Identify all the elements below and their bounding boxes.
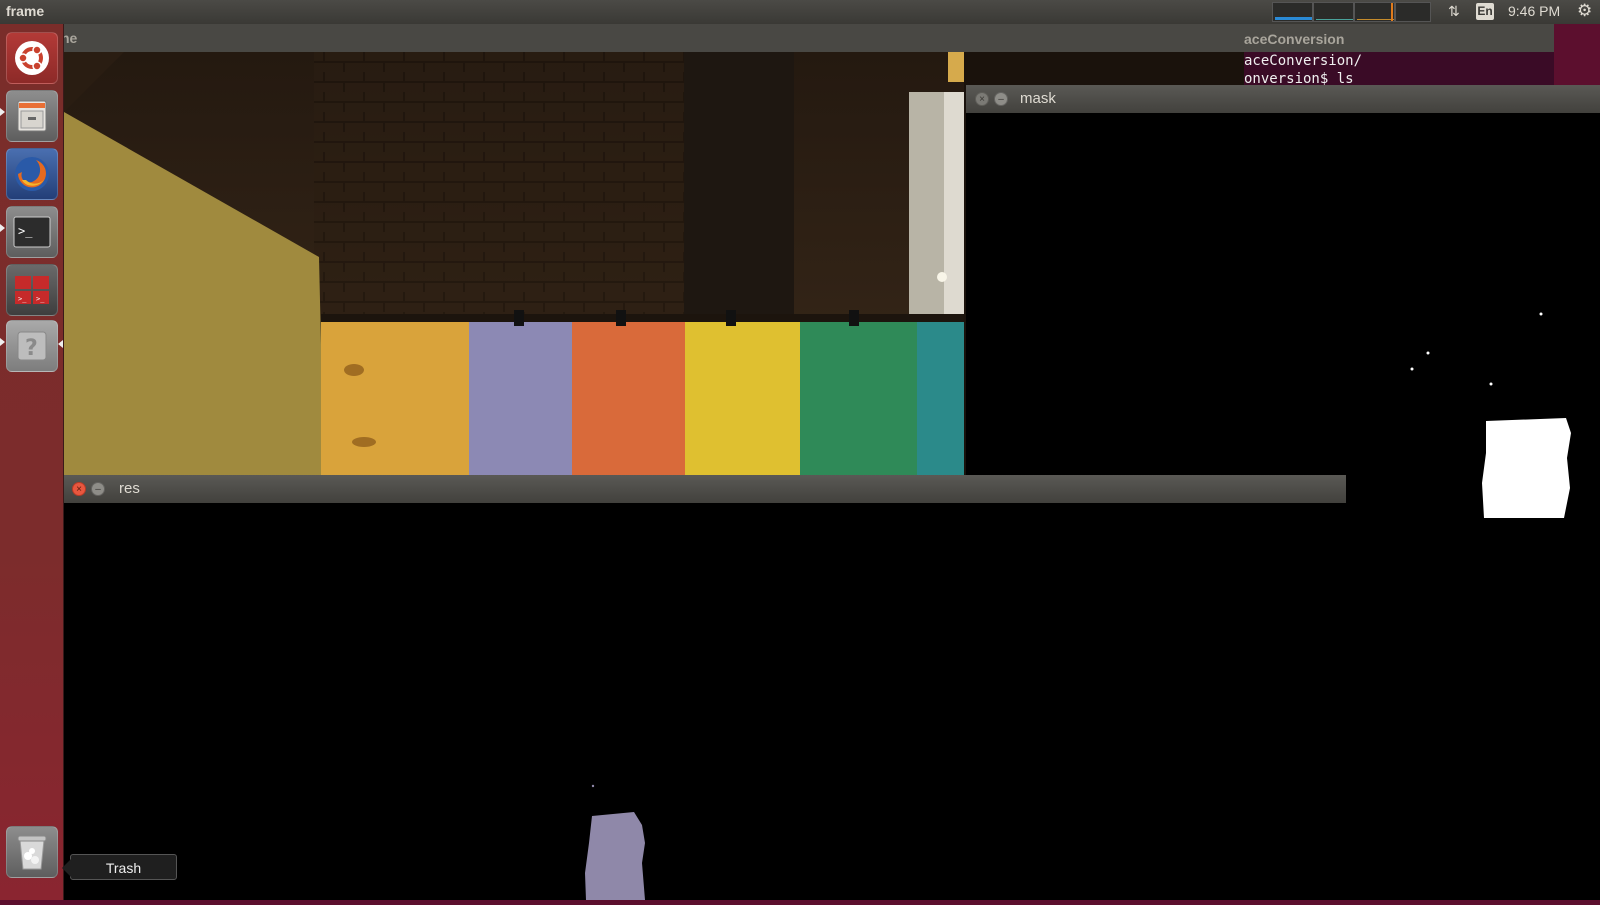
launcher-item-help[interactable]: ? xyxy=(6,320,58,372)
result-image xyxy=(64,503,1346,900)
window-title: aceConversion xyxy=(1244,31,1345,47)
gear-icon[interactable]: ⚙ xyxy=(1577,1,1592,21)
trash-tooltip: Trash xyxy=(62,854,177,880)
running-indicator xyxy=(0,338,5,346)
svg-text:?: ? xyxy=(25,336,38,361)
ubuntu-logo-icon xyxy=(7,33,57,83)
active-app-title: frame xyxy=(6,3,45,19)
frame-window-titlebar[interactable]: ne xyxy=(61,24,1244,52)
minimize-icon[interactable]: – xyxy=(91,482,105,496)
terminal-window-titlebar[interactable]: aceConversion xyxy=(1244,24,1554,52)
firefox-icon xyxy=(7,149,57,199)
mask-window-titlebar[interactable]: × – mask xyxy=(966,85,1600,113)
terminal-line: aceConversion/ xyxy=(1244,53,1363,69)
launcher-item-dash[interactable] xyxy=(6,32,58,84)
close-icon[interactable]: × xyxy=(72,482,86,496)
memory-monitor-graph[interactable] xyxy=(1313,2,1354,22)
terminal-window[interactable]: aceConversion aceConversion/ onversion$ … xyxy=(1244,24,1554,94)
camera-feed-image xyxy=(64,52,964,475)
window-title: mask xyxy=(1020,90,1056,107)
minimize-icon[interactable]: – xyxy=(994,92,1008,106)
svg-text:>_: >_ xyxy=(18,224,33,238)
file-cabinet-icon xyxy=(7,91,57,141)
close-icon[interactable]: × xyxy=(975,92,989,106)
top-panel: frame ⇅ En 9:46 PM ⚙ xyxy=(0,0,1600,24)
launcher: >_ >_ >_ ? xyxy=(0,24,64,900)
clock[interactable]: 9:46 PM xyxy=(1508,3,1560,19)
svg-text:>_: >_ xyxy=(36,295,45,303)
cpu-monitor-graph[interactable] xyxy=(1272,2,1313,22)
running-indicator xyxy=(0,108,5,116)
running-indicator xyxy=(0,224,5,232)
terminal-icon: >_ xyxy=(7,207,57,257)
launcher-item-files[interactable] xyxy=(6,90,58,142)
disk-monitor-graph[interactable] xyxy=(1395,2,1431,22)
trash-icon xyxy=(7,827,57,877)
res-window-titlebar[interactable]: × – res xyxy=(64,475,1346,503)
launcher-item-workspaces[interactable]: >_ >_ xyxy=(6,264,58,316)
launcher-item-firefox[interactable] xyxy=(6,148,58,200)
launcher-item-terminal[interactable]: >_ xyxy=(6,206,58,258)
network-transfer-icon[interactable]: ⇅ xyxy=(1448,3,1460,20)
window-title: res xyxy=(119,480,140,497)
res-window[interactable]: × – res xyxy=(64,475,1346,900)
launcher-item-trash[interactable] xyxy=(6,826,58,878)
svg-text:>_: >_ xyxy=(18,295,27,303)
question-mark-icon: ? xyxy=(7,321,57,371)
keyboard-language-indicator[interactable]: En xyxy=(1476,3,1494,20)
active-window-pip xyxy=(58,340,63,348)
network-monitor-graph[interactable] xyxy=(1354,2,1395,22)
workspace-switcher-icon: >_ >_ xyxy=(7,265,57,315)
